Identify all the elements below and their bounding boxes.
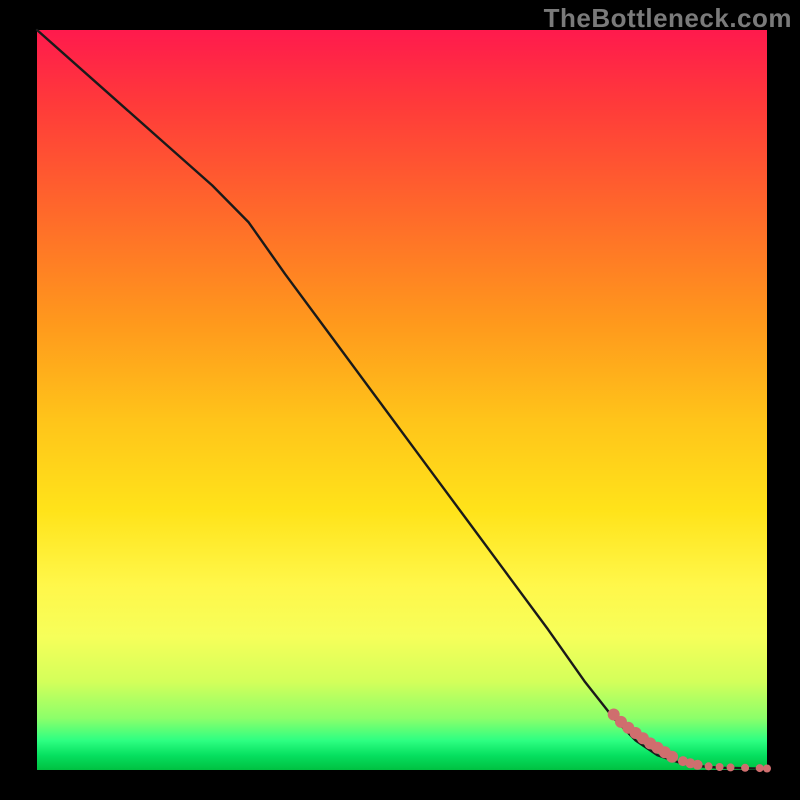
curve-svg [37,30,767,770]
chart-frame: TheBottleneck.com [0,0,800,800]
sample-point [716,763,724,771]
sample-point [727,763,735,771]
sample-point [666,751,678,763]
bottleneck-curve [37,30,767,769]
sample-point [763,765,771,773]
plot-area [37,30,767,770]
sample-point [741,764,749,772]
sample-points-group [608,709,771,773]
sample-point [693,760,703,770]
sample-point [705,762,713,770]
sample-point [756,764,764,772]
